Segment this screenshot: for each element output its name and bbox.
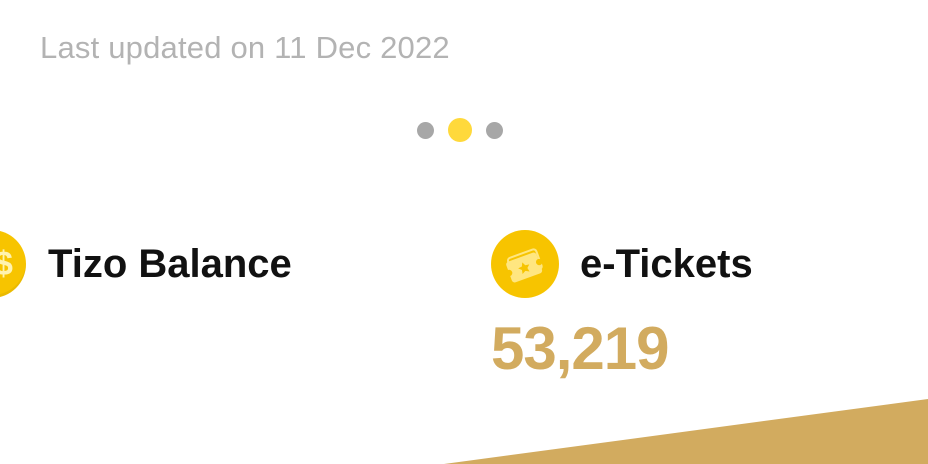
e-tickets-title: e-Tickets [580, 241, 753, 286]
carousel-dot[interactable] [486, 121, 503, 139]
tizo-balance-title: Tizo Balance [48, 241, 292, 286]
carousel-indicator [417, 118, 503, 142]
ticket-icon [491, 230, 559, 298]
e-tickets-value: 53,219 [491, 315, 670, 382]
carousel-dot[interactable] [417, 121, 434, 139]
carousel-dot-active[interactable] [448, 118, 472, 142]
last-updated-text: Last updated on 11 Dec 2022 [40, 30, 450, 65]
tizo-balance-card[interactable]: $ Tizo Balance [0, 230, 292, 298]
e-tickets-card[interactable]: e-Tickets [491, 230, 753, 298]
coin-icon: $ [0, 230, 26, 298]
